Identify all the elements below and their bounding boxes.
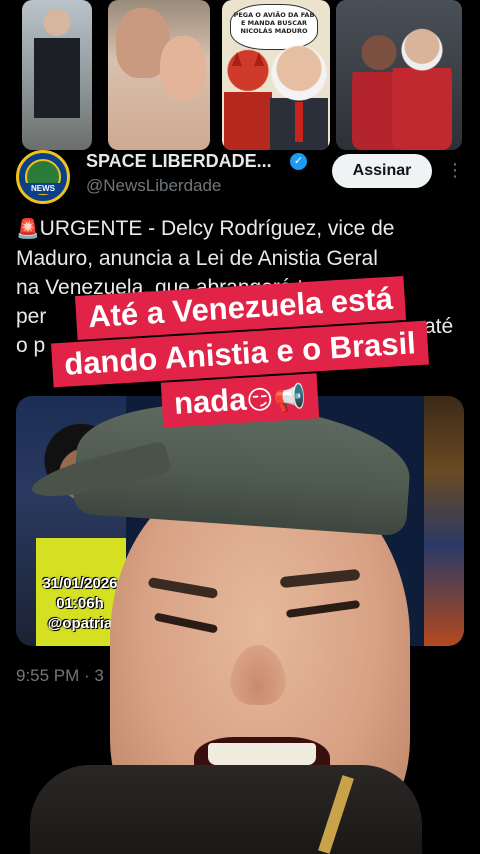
caption-line-3-text: nada (173, 381, 248, 421)
user-handle[interactable]: @NewsLiberdade (86, 176, 221, 196)
thumbnail-hug[interactable] (336, 0, 462, 150)
post-text-line: URGENTE - Delcy Rodríguez, vice de (39, 217, 395, 240)
siren-icon: 🚨 (16, 219, 40, 240)
thumbnail-crying-couple[interactable] (108, 0, 210, 150)
more-options-icon[interactable]: ⋮ (446, 160, 464, 182)
thumbnail-cartoon[interactable]: PEGA O AVIÃO DA FAB E MANDA BUSCAR NICOL… (222, 0, 330, 150)
smirk-megaphone-emoji: 😏📢 (245, 382, 307, 416)
thumbnail-man-suit[interactable] (22, 0, 92, 150)
streamer-overlay (28, 393, 422, 854)
subscribe-button[interactable]: Assinar (332, 154, 432, 188)
streamer-shirt (30, 765, 422, 854)
avatar-logo-text: NEWS (23, 183, 63, 194)
video-caption: Até a Venezuela está dando Anistia e o B… (0, 275, 480, 428)
caption-line-3: nada😏📢 (160, 373, 320, 428)
verified-badge-icon: ✓ (290, 153, 307, 170)
feed-thumbnail-strip: PEGA O AVIÃO DA FAB E MANDA BUSCAR NICOL… (0, 0, 480, 150)
display-name[interactable]: SPACE LIBERDADE... (86, 151, 272, 172)
post-text-line: Maduro, anuncia a Lei de Anistia Geral (16, 247, 378, 270)
profile-avatar[interactable]: NEWS (16, 150, 70, 204)
